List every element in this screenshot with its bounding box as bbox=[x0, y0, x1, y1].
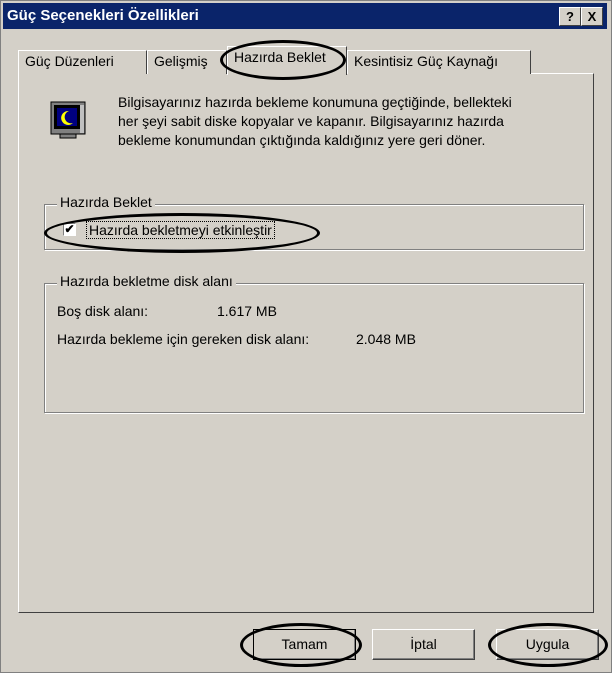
monitor-moon-icon bbox=[50, 101, 86, 139]
close-button[interactable]: X bbox=[581, 7, 603, 26]
free-disk-label: Boş disk alanı: bbox=[57, 303, 149, 319]
title-bar[interactable]: Güç Seçenekleri Özellikleri ? X bbox=[3, 3, 607, 29]
required-disk-label: Hazırda bekleme için gereken disk alanı: bbox=[57, 331, 310, 347]
ok-button[interactable]: Tamam bbox=[253, 629, 356, 660]
enable-hibernate-checkbox[interactable]: ✔ bbox=[63, 223, 76, 236]
free-disk-value: 1.617 MB bbox=[217, 303, 277, 319]
tab-power-schemes[interactable]: Güç Düzenleri bbox=[18, 50, 147, 74]
apply-button[interactable]: Uygula bbox=[496, 629, 599, 660]
hibernate-group-label: Hazırda Beklet bbox=[57, 194, 155, 210]
tab-ups[interactable]: Kesintisiz Güç Kaynağı bbox=[347, 50, 531, 74]
enable-hibernate-label[interactable]: Hazırda bekletmeyi etkinleştir bbox=[86, 221, 275, 239]
tab-hibernate[interactable]: Hazırda Beklet bbox=[227, 46, 347, 75]
required-disk-value: 2.048 MB bbox=[356, 331, 416, 347]
disk-space-group-label: Hazırda bekletme disk alanı bbox=[57, 273, 236, 289]
tab-advanced[interactable]: Gelişmiş bbox=[147, 50, 227, 74]
description-line-3: bekleme konumundan çıktığında kaldığınız… bbox=[118, 132, 486, 148]
description-line-1: Bilgisayarınız hazırda bekleme konumuna … bbox=[118, 94, 512, 110]
window-title: Güç Seçenekleri Özellikleri bbox=[7, 7, 199, 24]
help-button[interactable]: ? bbox=[559, 7, 581, 26]
cancel-button[interactable]: İptal bbox=[372, 629, 475, 660]
description-line-2: her şeyi sabit diske kopyalar ve kapanır… bbox=[118, 113, 504, 129]
description-text: Bilgisayarınız hazırda bekleme konumuna … bbox=[118, 93, 578, 150]
